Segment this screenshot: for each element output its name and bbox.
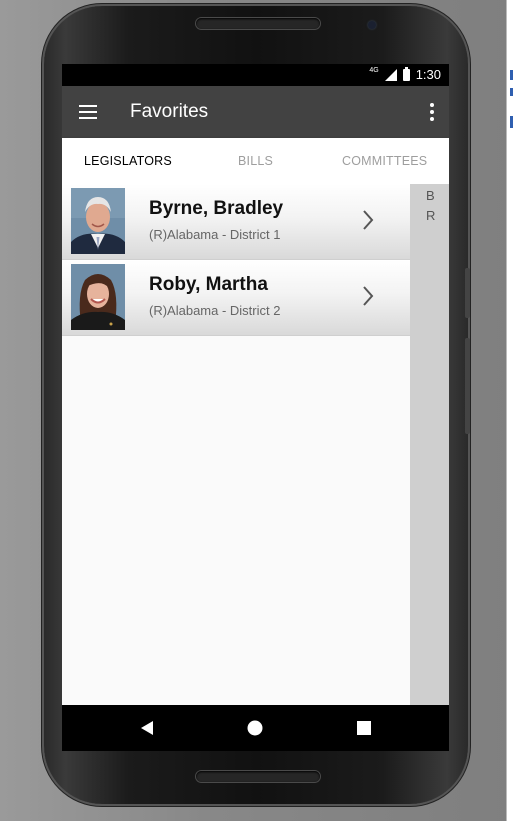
list-item[interactable]: Byrne, Bradley (R)Alabama - District 1 bbox=[62, 184, 410, 260]
legislator-photo bbox=[71, 188, 125, 254]
nav-bar bbox=[62, 705, 449, 751]
more-vert-icon[interactable] bbox=[429, 103, 435, 121]
side-letter: B bbox=[426, 188, 435, 203]
menu-icon[interactable] bbox=[79, 105, 97, 119]
bottom-speaker bbox=[196, 771, 320, 782]
legislator-detail: (R)Alabama - District 1 bbox=[149, 227, 281, 242]
legislator-list: Byrne, Bradley (R)Alabama - District 1 R… bbox=[62, 184, 410, 705]
power-button[interactable] bbox=[465, 338, 470, 434]
chevron-right-icon bbox=[363, 286, 374, 306]
top-speaker bbox=[196, 18, 320, 29]
legislator-name: Byrne, Bradley bbox=[149, 198, 284, 219]
tab-legislators[interactable]: LEGISLATORS bbox=[84, 154, 172, 168]
emulator-stage: 4G 1:30 Favorites LEGISLATORS BILLS COMM… bbox=[0, 0, 513, 821]
device-screen: 4G 1:30 Favorites LEGISLATORS BILLS COMM… bbox=[62, 64, 449, 751]
legislator-name: Roby, Martha bbox=[149, 274, 268, 295]
front-camera bbox=[368, 21, 376, 29]
legislator-detail: (R)Alabama - District 2 bbox=[149, 303, 281, 318]
app-bar-title: Favorites bbox=[130, 101, 209, 122]
tab-bills[interactable]: BILLS bbox=[238, 154, 273, 168]
app-bar: Favorites bbox=[62, 86, 449, 138]
list-item[interactable]: Roby, Martha (R)Alabama - District 2 bbox=[62, 260, 410, 336]
volume-button[interactable] bbox=[465, 268, 470, 318]
legislator-photo bbox=[71, 264, 125, 330]
network-type: 4G bbox=[369, 67, 379, 74]
tab-committees[interactable]: COMMITTEES bbox=[342, 154, 427, 168]
status-time: 1:30 bbox=[415, 67, 441, 82]
signal-icon bbox=[384, 68, 397, 81]
back-triangle-icon[interactable] bbox=[141, 721, 153, 735]
side-letter: R bbox=[426, 208, 436, 223]
battery-icon bbox=[402, 66, 410, 81]
tab-bar: LEGISLATORS BILLS COMMITTEES bbox=[62, 138, 449, 184]
status-bar: 4G 1:30 bbox=[62, 64, 449, 86]
home-circle-icon[interactable] bbox=[247, 720, 263, 736]
chevron-right-icon bbox=[363, 210, 374, 230]
recents-square-icon[interactable] bbox=[357, 721, 371, 735]
side-panel: B R bbox=[410, 184, 449, 705]
